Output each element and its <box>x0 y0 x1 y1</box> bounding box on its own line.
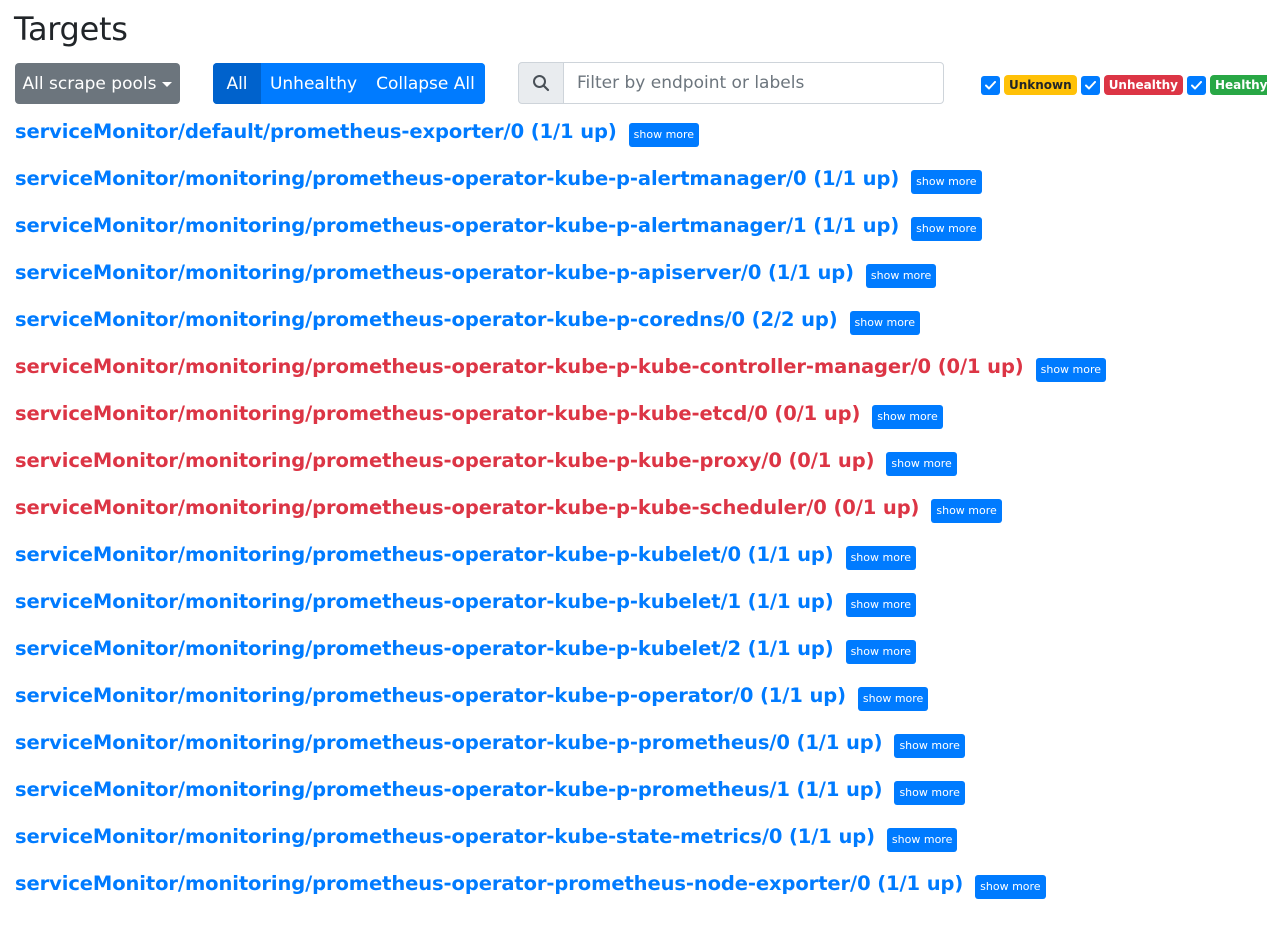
scrape-pool-link[interactable]: serviceMonitor/monitoring/prometheus-ope… <box>15 775 883 805</box>
health-filter-checkboxes: Unknown Unhealthy Healthy <box>981 75 1267 95</box>
scrape-pool-link[interactable]: serviceMonitor/monitoring/prometheus-ope… <box>15 540 834 570</box>
show-more-button[interactable]: show more <box>857 687 929 711</box>
scrape-pool-row: serviceMonitor/default/prometheus-export… <box>15 117 1106 164</box>
scrape-pool-row: serviceMonitor/monitoring/prometheus-ope… <box>15 869 1106 916</box>
show-more-button[interactable]: show more <box>845 593 916 617</box>
scrape-pool-link[interactable]: serviceMonitor/monitoring/prometheus-ope… <box>15 305 838 335</box>
scrape-pool-link[interactable]: serviceMonitor/monitoring/prometheus-ope… <box>15 869 963 899</box>
scrape-pool-list: serviceMonitor/default/prometheus-export… <box>15 117 1107 916</box>
checkbox-checked-icon[interactable] <box>1186 75 1206 95</box>
scrape-pool-row: serviceMonitor/monitoring/prometheus-ope… <box>15 446 1106 493</box>
show-more-button[interactable]: show more <box>1035 358 1107 382</box>
scrape-pool-link[interactable]: serviceMonitor/monitoring/prometheus-ope… <box>15 211 899 241</box>
checkbox-checked-icon[interactable] <box>981 75 1000 95</box>
health-filter-healthy[interactable]: Healthy <box>1186 75 1267 95</box>
scrape-pools-label: All scrape pools <box>22 73 157 94</box>
scrape-pool-link[interactable]: serviceMonitor/monitoring/prometheus-ope… <box>15 634 834 664</box>
collapse-all-button[interactable]: Collapse All <box>366 63 485 104</box>
show-more-button[interactable]: show more <box>628 123 700 147</box>
scrape-pool-link[interactable]: serviceMonitor/monitoring/prometheus-ope… <box>15 164 899 194</box>
scrape-pool-row: serviceMonitor/monitoring/prometheus-ope… <box>15 352 1107 399</box>
show-more-button[interactable]: show more <box>894 781 965 805</box>
scrape-pool-row: serviceMonitor/monitoring/prometheus-ope… <box>15 587 1106 634</box>
show-more-button[interactable]: show more <box>886 452 957 476</box>
scrape-pool-row: serviceMonitor/monitoring/prometheus-ope… <box>15 634 1106 681</box>
show-more-button[interactable]: show more <box>894 734 965 758</box>
health-badge: Healthy <box>1209 75 1267 95</box>
scrape-pool-link[interactable]: serviceMonitor/monitoring/prometheus-ope… <box>15 822 875 852</box>
scrape-pool-row: serviceMonitor/monitoring/prometheus-ope… <box>15 164 1106 211</box>
scrape-pool-row: serviceMonitor/monitoring/prometheus-ope… <box>15 775 1106 822</box>
scrape-pool-row: serviceMonitor/monitoring/prometheus-ope… <box>15 681 1106 728</box>
scrape-pool-link[interactable]: serviceMonitor/monitoring/prometheus-ope… <box>15 587 834 617</box>
filter-unhealthy-button[interactable]: Unhealthy <box>261 63 366 104</box>
scrape-pool-row: serviceMonitor/monitoring/prometheus-ope… <box>15 399 1106 446</box>
health-badge: Unhealthy <box>1103 75 1183 95</box>
show-more-button[interactable]: show more <box>886 828 958 852</box>
health-badge: Unknown <box>1004 75 1077 95</box>
show-more-button[interactable]: show more <box>872 405 943 429</box>
show-more-button[interactable]: show more <box>845 546 916 570</box>
show-more-button[interactable]: show more <box>865 264 937 288</box>
targets-toolbar: All scrape pools All Unhealthy Collapse … <box>0 62 1267 104</box>
show-more-button[interactable]: show more <box>911 217 982 241</box>
show-more-button[interactable]: show more <box>931 499 1002 523</box>
scrape-pool-row: serviceMonitor/monitoring/prometheus-ope… <box>15 540 1106 587</box>
scrape-pools-dropdown[interactable]: All scrape pools <box>15 63 180 104</box>
health-filter-unhealthy[interactable]: Unhealthy <box>1080 75 1183 95</box>
filter-button-group: All Unhealthy Collapse All <box>213 63 485 104</box>
show-more-button[interactable]: show more <box>845 640 916 664</box>
scrape-pool-row: serviceMonitor/monitoring/prometheus-ope… <box>15 493 1106 540</box>
scrape-pool-row: serviceMonitor/monitoring/prometheus-ope… <box>15 822 1106 869</box>
scrape-pool-link[interactable]: serviceMonitor/monitoring/prometheus-ope… <box>15 493 919 523</box>
scrape-pool-link[interactable]: serviceMonitor/monitoring/prometheus-ope… <box>15 446 874 476</box>
show-more-button[interactable]: show more <box>911 170 982 194</box>
filter-all-button[interactable]: All <box>213 63 261 104</box>
checkbox-checked-icon[interactable] <box>1080 75 1100 95</box>
scrape-pool-row: serviceMonitor/monitoring/prometheus-ope… <box>15 211 1106 258</box>
caret-down-icon <box>162 82 173 87</box>
scrape-pool-row: serviceMonitor/monitoring/prometheus-ope… <box>15 305 1106 352</box>
search-icon <box>518 62 564 104</box>
scrape-pool-link[interactable]: serviceMonitor/monitoring/prometheus-ope… <box>15 681 846 711</box>
show-more-button[interactable]: show more <box>849 311 920 335</box>
scrape-pool-link[interactable]: serviceMonitor/monitoring/prometheus-ope… <box>15 728 883 758</box>
search-input[interactable] <box>563 62 944 104</box>
scrape-pool-link[interactable]: serviceMonitor/monitoring/prometheus-ope… <box>15 399 860 429</box>
health-filter-unknown[interactable]: Unknown <box>981 75 1077 95</box>
scrape-pool-link[interactable]: serviceMonitor/monitoring/prometheus-ope… <box>15 352 1024 382</box>
search-box <box>518 62 944 104</box>
scrape-pool-link[interactable]: serviceMonitor/default/prometheus-export… <box>15 117 617 147</box>
scrape-pool-row: serviceMonitor/monitoring/prometheus-ope… <box>15 258 1106 305</box>
page-title: Targets <box>14 10 128 48</box>
scrape-pool-row: serviceMonitor/monitoring/prometheus-ope… <box>15 728 1106 775</box>
show-more-button[interactable]: show more <box>975 875 1046 899</box>
scrape-pool-link[interactable]: serviceMonitor/monitoring/prometheus-ope… <box>15 258 854 288</box>
